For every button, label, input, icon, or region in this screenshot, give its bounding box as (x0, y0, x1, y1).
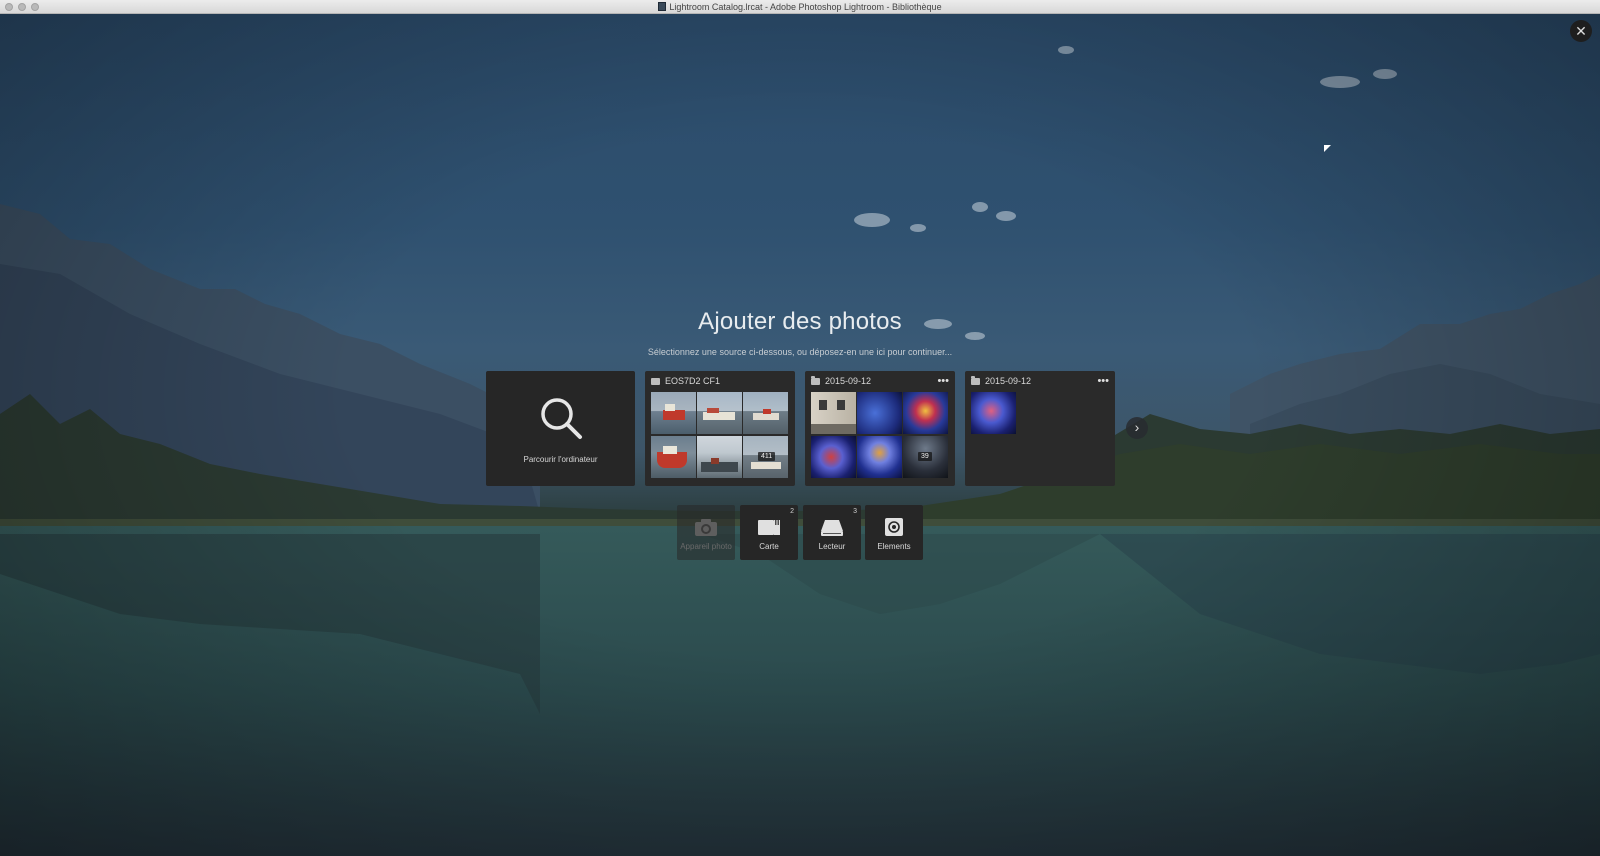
source-thumbnails: 39 (811, 392, 948, 478)
search-icon (541, 398, 582, 439)
window-controls[interactable] (5, 3, 39, 11)
photo-thumbnail (697, 436, 742, 478)
folder-icon (811, 375, 820, 385)
source-card-label: EOS7D2 CF1 (665, 376, 721, 386)
background-landscape (0, 14, 1600, 856)
photo-count-badge: 39 (918, 452, 932, 461)
source-thumbnails: 411 (651, 392, 788, 478)
source-thumbnails (971, 392, 1108, 478)
photo-thumbnail: 39 (903, 436, 948, 478)
chevron-right-icon: › (1134, 419, 1140, 435)
drive-icon (821, 520, 843, 536)
window-minimize-dot[interactable] (18, 3, 26, 11)
source-card-folder-2[interactable]: 2015-09-12 ••• (965, 371, 1115, 486)
photo-thumbnail (971, 392, 1016, 434)
device-count-badge: 2 (790, 508, 794, 515)
source-card-label: 2015-09-12 (985, 376, 1032, 386)
browse-computer-label: Parcourir l'ordinateur (523, 455, 598, 464)
photo-thumbnail: 411 (743, 436, 788, 478)
catalog-document-icon (658, 2, 667, 11)
photo-thumbnail (743, 392, 788, 434)
photo-thumbnail (811, 392, 856, 434)
source-card-header: 2015-09-12 ••• (971, 375, 1109, 387)
photo-thumbnail (903, 392, 948, 434)
photo-thumbnail (651, 436, 696, 478)
window-close-dot[interactable] (5, 3, 13, 11)
device-label: Carte (759, 542, 779, 551)
close-icon: ✕ (1575, 23, 1587, 39)
background-vignette (0, 14, 1600, 856)
folder-icon (971, 375, 980, 385)
window-zoom-dot[interactable] (31, 3, 39, 11)
photo-thumbnail (857, 436, 902, 478)
close-import-button[interactable]: ✕ (1570, 20, 1592, 42)
photo-count-badge: 411 (758, 452, 776, 461)
device-label: Appareil photo (680, 542, 732, 551)
device-label: Lecteur (818, 542, 846, 551)
more-options-icon[interactable]: ••• (937, 376, 949, 387)
elements-icon (885, 518, 903, 536)
browse-computer-card[interactable]: Parcourir l'ordinateur (486, 371, 635, 486)
memory-card-icon (758, 520, 780, 535)
mouse-cursor-icon (1324, 145, 1331, 152)
next-sources-button[interactable]: › (1126, 417, 1148, 439)
device-card-button[interactable]: 2 Carte (740, 505, 798, 560)
device-count-badge: 3 (853, 508, 857, 515)
source-card-folder-1[interactable]: 2015-09-12 ••• 39 (805, 371, 955, 486)
window-titlebar: Lightroom Catalog.lrcat - Adobe Photosho… (0, 0, 1600, 14)
source-card-header: EOS7D2 CF1 (651, 375, 789, 387)
device-drive-button[interactable]: 3 Lecteur (803, 505, 861, 560)
device-label: Elements (877, 542, 911, 551)
window-title: Lightroom Catalog.lrcat - Adobe Photosho… (669, 1, 942, 12)
source-card-header: 2015-09-12 ••• (811, 375, 949, 387)
device-camera-button[interactable]: Appareil photo (677, 505, 735, 560)
import-subheading: Sélectionnez une source ci-dessous, ou d… (647, 347, 953, 357)
source-card-label: 2015-09-12 (825, 376, 872, 386)
import-heading: Ajouter des photos (698, 308, 902, 335)
more-options-icon[interactable]: ••• (1097, 376, 1109, 387)
photo-thumbnail (857, 392, 902, 434)
device-elements-button[interactable]: Elements (865, 505, 923, 560)
card-icon (651, 377, 660, 385)
camera-icon (695, 519, 717, 536)
photo-thumbnail (651, 392, 696, 434)
source-card-eos7d2[interactable]: EOS7D2 CF1 411 (645, 371, 795, 486)
photo-thumbnail (697, 392, 742, 434)
photo-thumbnail (811, 436, 856, 478)
window-title-wrap: Lightroom Catalog.lrcat - Adobe Photosho… (658, 1, 942, 12)
